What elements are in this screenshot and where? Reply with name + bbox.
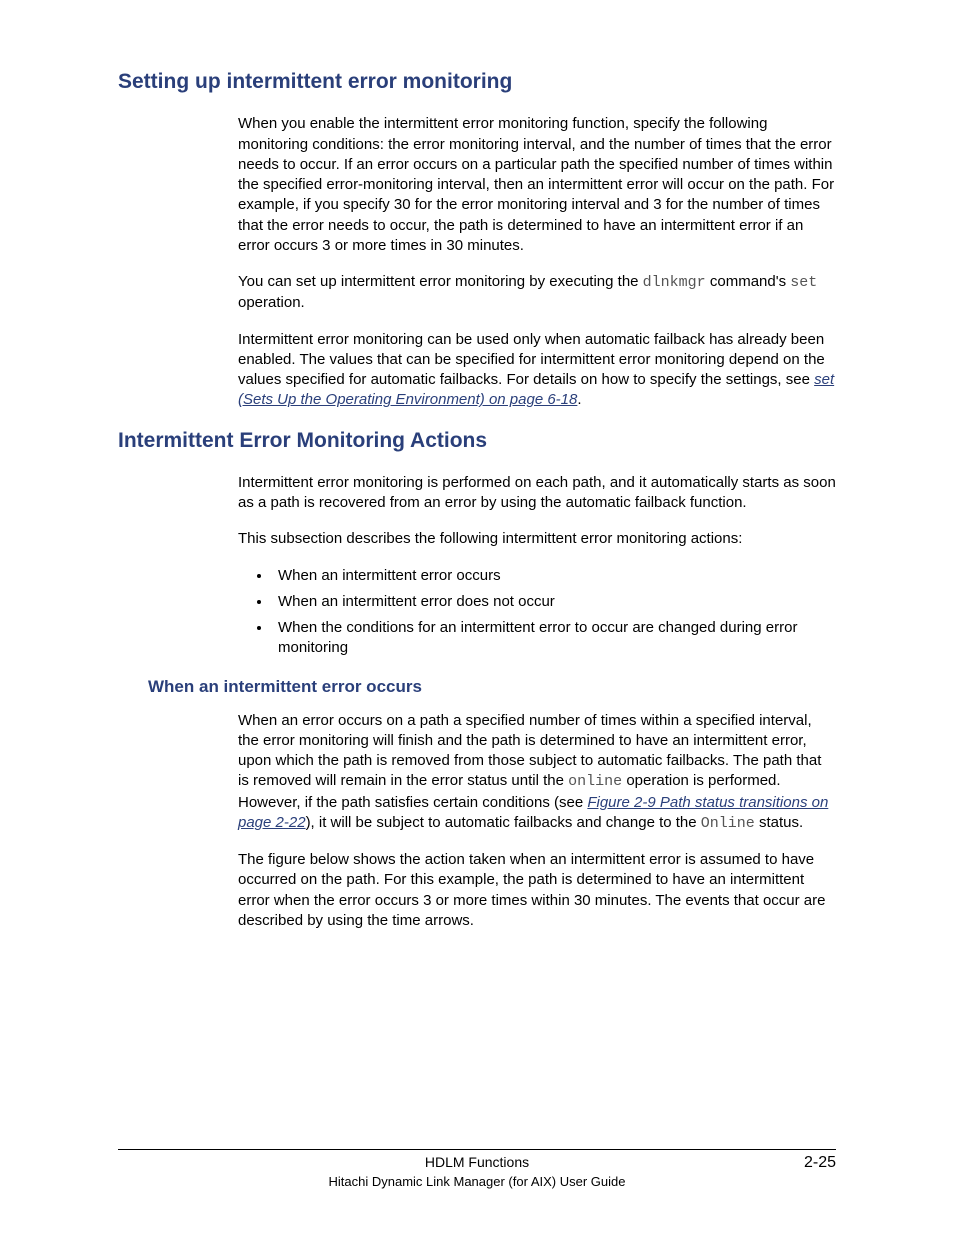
text: ), it will be subject to automatic failb… <box>306 814 701 831</box>
footer-row: HDLM Functions 2-25 <box>118 1154 836 1172</box>
paragraph: Intermittent error monitoring can be use… <box>238 330 836 411</box>
code-online: online <box>568 773 622 790</box>
bullet-list: When an intermittent error occurs When a… <box>272 566 836 659</box>
footer-book-title: Hitachi Dynamic Link Manager (for AIX) U… <box>118 1174 836 1189</box>
paragraph: When you enable the intermittent error m… <box>238 114 836 256</box>
footer-rule <box>118 1149 836 1150</box>
text: command's <box>706 273 791 290</box>
code-online-status: Online <box>701 815 755 832</box>
paragraph: Intermittent error monitoring is perform… <box>238 473 836 514</box>
text: Intermittent error monitoring can be use… <box>238 331 825 389</box>
page-body: Setting up intermittent error monitoring… <box>0 0 954 931</box>
list-item: When an intermittent error does not occu… <box>272 592 836 612</box>
page-footer: HDLM Functions 2-25 Hitachi Dynamic Link… <box>118 1149 836 1189</box>
heading-setting-up: Setting up intermittent error monitoring <box>118 68 836 96</box>
text: You can set up intermittent error monito… <box>238 273 643 290</box>
footer-chapter: HDLM Functions <box>166 1154 788 1170</box>
list-item: When the conditions for an intermittent … <box>272 618 836 659</box>
heading-actions: Intermittent Error Monitoring Actions <box>118 427 836 455</box>
text: . <box>577 391 581 408</box>
text: operation. <box>238 294 305 311</box>
paragraph: You can set up intermittent error monito… <box>238 272 836 314</box>
footer-page-number: 2-25 <box>788 1154 836 1172</box>
paragraph: The figure below shows the action taken … <box>238 850 836 931</box>
list-item: When an intermittent error occurs <box>272 566 836 586</box>
paragraph: When an error occurs on a path a specifi… <box>238 711 836 835</box>
paragraph: This subsection describes the following … <box>238 529 836 549</box>
code-dlnkmgr: dlnkmgr <box>643 274 706 291</box>
heading-when-error-occurs: When an intermittent error occurs <box>148 677 836 697</box>
text: status. <box>755 814 803 831</box>
code-set: set <box>790 274 817 291</box>
